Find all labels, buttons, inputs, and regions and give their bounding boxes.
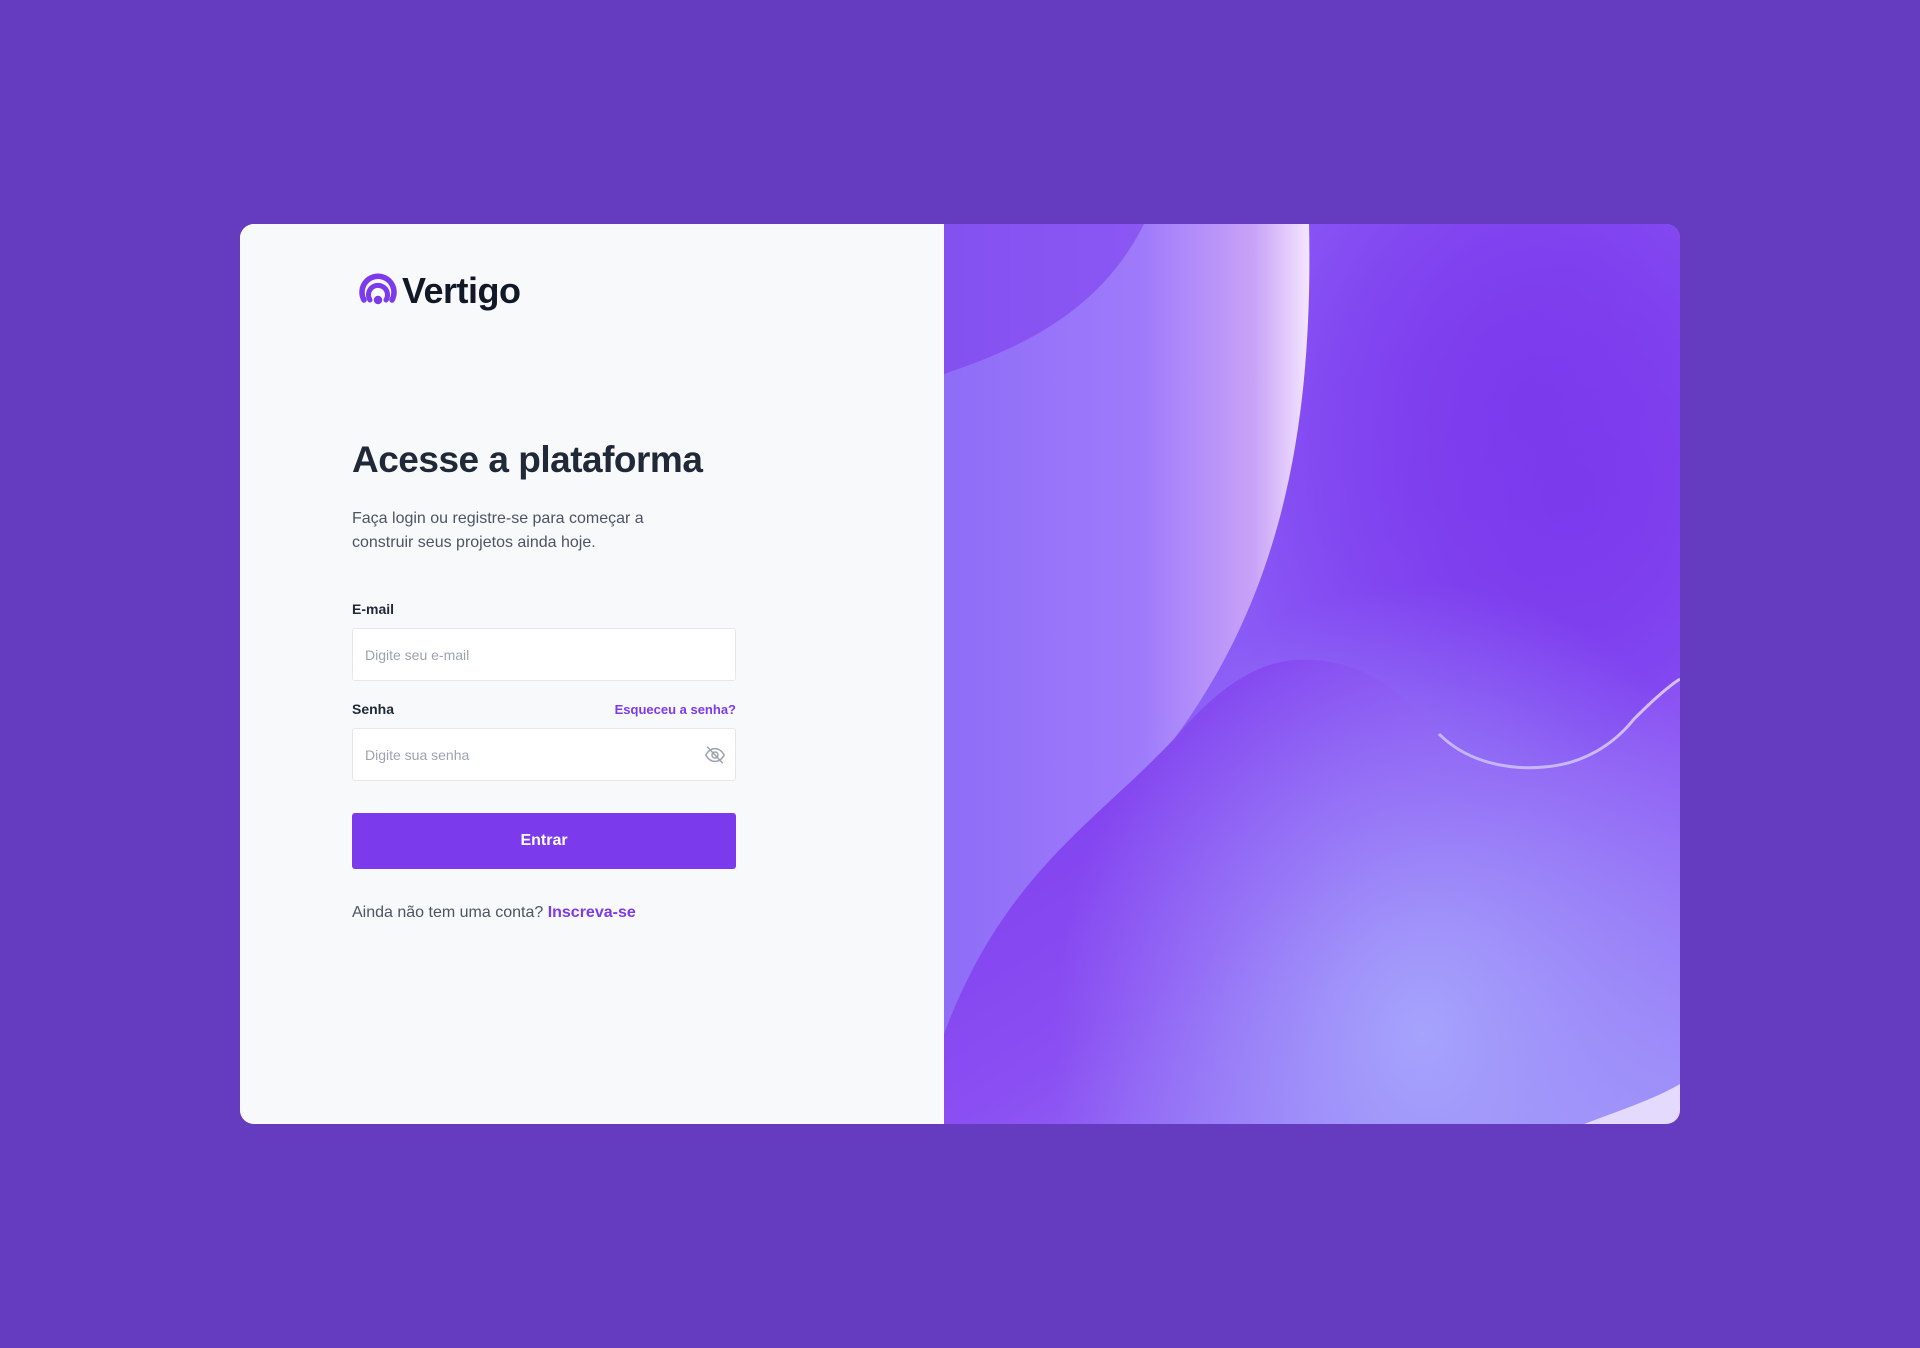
submit-button[interactable]: Entrar [352, 813, 736, 869]
page-subtitle: Faça login ou registre-se para começar a… [352, 510, 644, 551]
forgot-password-link[interactable]: Esqueceu a senha? [615, 702, 736, 717]
login-panel: Vertigo Acesse a plataforma Faça login o… [240, 224, 944, 1124]
page-title: Acesse a plataforma [352, 439, 703, 480]
signup-link[interactable]: Inscreva-se [548, 904, 636, 921]
signup-prompt: Ainda não tem uma conta? [352, 904, 544, 921]
signup-row: Ainda não tem uma conta? Inscreva-se [352, 904, 736, 922]
password-field[interactable] [352, 728, 736, 781]
password-label-row: Senha Esqueceu a senha? [352, 701, 736, 717]
email-field[interactable] [352, 628, 736, 681]
brand-name: Vertigo [402, 270, 521, 311]
hero-illustration [944, 224, 1680, 1124]
eye-off-icon[interactable] [704, 744, 726, 766]
password-label: Senha [352, 701, 395, 717]
email-label: E-mail [352, 601, 395, 617]
brand-logo[interactable]: Vertigo [358, 270, 521, 312]
email-label-row: E-mail [352, 601, 736, 617]
password-input-wrapper [352, 728, 736, 781]
target-logo-icon [359, 273, 397, 305]
email-input-wrapper [352, 628, 736, 681]
abstract-wave-illustration [944, 224, 1680, 1124]
login-card: Vertigo Acesse a plataforma Faça login o… [240, 224, 1680, 1124]
login-form: Acesse a plataforma Faça login ou regist… [352, 439, 736, 922]
